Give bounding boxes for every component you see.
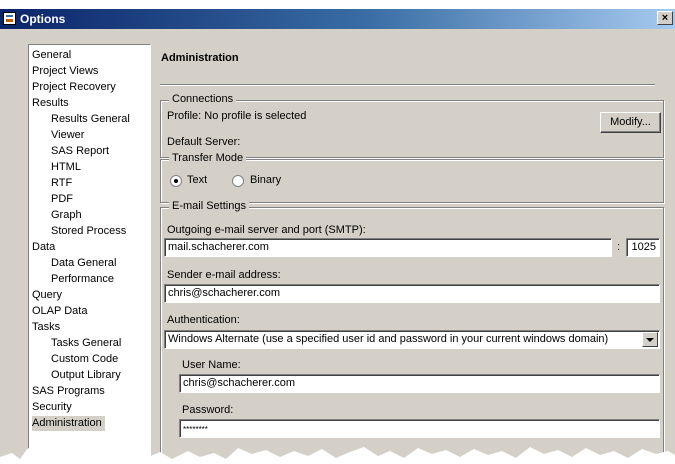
nav-item-html[interactable]: HTML [51,160,81,175]
nav-item-performance[interactable]: Performance [51,272,114,287]
binary-radio-label[interactable]: Binary [250,174,281,186]
binary-radio[interactable] [232,175,244,187]
nav-item-pdf[interactable]: PDF [51,192,73,207]
nav-item-project-views[interactable]: Project Views [32,64,98,79]
title-bar[interactable]: Options × [0,9,675,29]
authentication-select[interactable]: Windows Alternate (use a specified user … [164,330,660,349]
username-label: User Name: [182,359,241,371]
sender-email-input[interactable]: chris@schacherer.com [164,284,660,303]
text-radio-label[interactable]: Text [187,174,207,186]
close-button[interactable]: × [657,11,673,25]
sender-label: Sender e-mail address: [167,269,281,281]
nav-item-administration[interactable]: Administration [32,416,105,431]
window-title: Options [20,12,66,26]
nav-item-rtf[interactable]: RTF [51,176,72,191]
transfer-mode-legend: Transfer Mode [169,152,247,164]
username-input[interactable]: chris@schacherer.com [179,374,660,393]
nav-item-sas-programs[interactable]: SAS Programs [32,384,105,399]
email-settings-group: E-mail Settings Outgoing e-mail server a… [160,200,664,464]
connections-group: Connections Profile: No profile is selec… [160,93,664,158]
nav-item-query[interactable]: Query [32,288,62,303]
chevron-down-icon[interactable] [642,332,658,347]
nav-item-stored-process[interactable]: Stored Process [51,224,126,239]
nav-item-data-general[interactable]: Data General [51,256,116,271]
nav-item-security[interactable]: Security [32,400,72,415]
smtp-server-input[interactable]: mail.schacherer.com [164,238,612,257]
nav-item-olap-data[interactable]: OLAP Data [32,304,87,319]
text-radio[interactable] [170,175,182,187]
password-input[interactable]: ******** [179,419,660,438]
nav-item-tasks[interactable]: Tasks [32,320,60,335]
password-label: Password: [182,404,234,416]
profile-text: Profile: No profile is selected [167,110,307,122]
port-separator: : [617,241,621,253]
authentication-value: Windows Alternate (use a specified user … [168,333,609,345]
nav-item-project-recovery[interactable]: Project Recovery [32,80,116,95]
nav-item-custom-code[interactable]: Custom Code [51,352,118,367]
modify-button[interactable]: Modify... [600,112,661,133]
nav-item-general[interactable]: General [32,48,71,63]
default-server-label: Default Server: [167,136,241,148]
nav-item-results[interactable]: Results [32,96,69,111]
nav-item-sas-report[interactable]: SAS Report [51,144,109,159]
page-title: Administration [161,52,239,64]
app-icon [3,12,16,25]
connections-legend: Connections [169,93,237,105]
options-dialog: Options × General Project Views Project Re… [0,9,675,464]
title-divider [160,84,655,86]
nav-item-output-library[interactable]: Output Library [51,368,121,383]
transfer-mode-group: Transfer Mode Text Binary [160,152,664,203]
smtp-label: Outgoing e-mail server and port (SMTP): [167,224,366,236]
options-nav-tree[interactable]: General Project Views Project Recovery Resu… [28,44,151,464]
nav-item-results-general[interactable]: Results General [51,112,130,127]
smtp-port-input[interactable]: 1025 [626,238,660,257]
nav-item-graph[interactable]: Graph [51,208,82,223]
nav-item-tasks-general[interactable]: Tasks General [51,336,121,351]
authentication-label: Authentication: [167,314,240,326]
nav-item-viewer[interactable]: Viewer [51,128,84,143]
torn-edge-decoration [0,445,675,464]
nav-item-data[interactable]: Data [32,240,55,255]
email-settings-legend: E-mail Settings [169,200,249,212]
